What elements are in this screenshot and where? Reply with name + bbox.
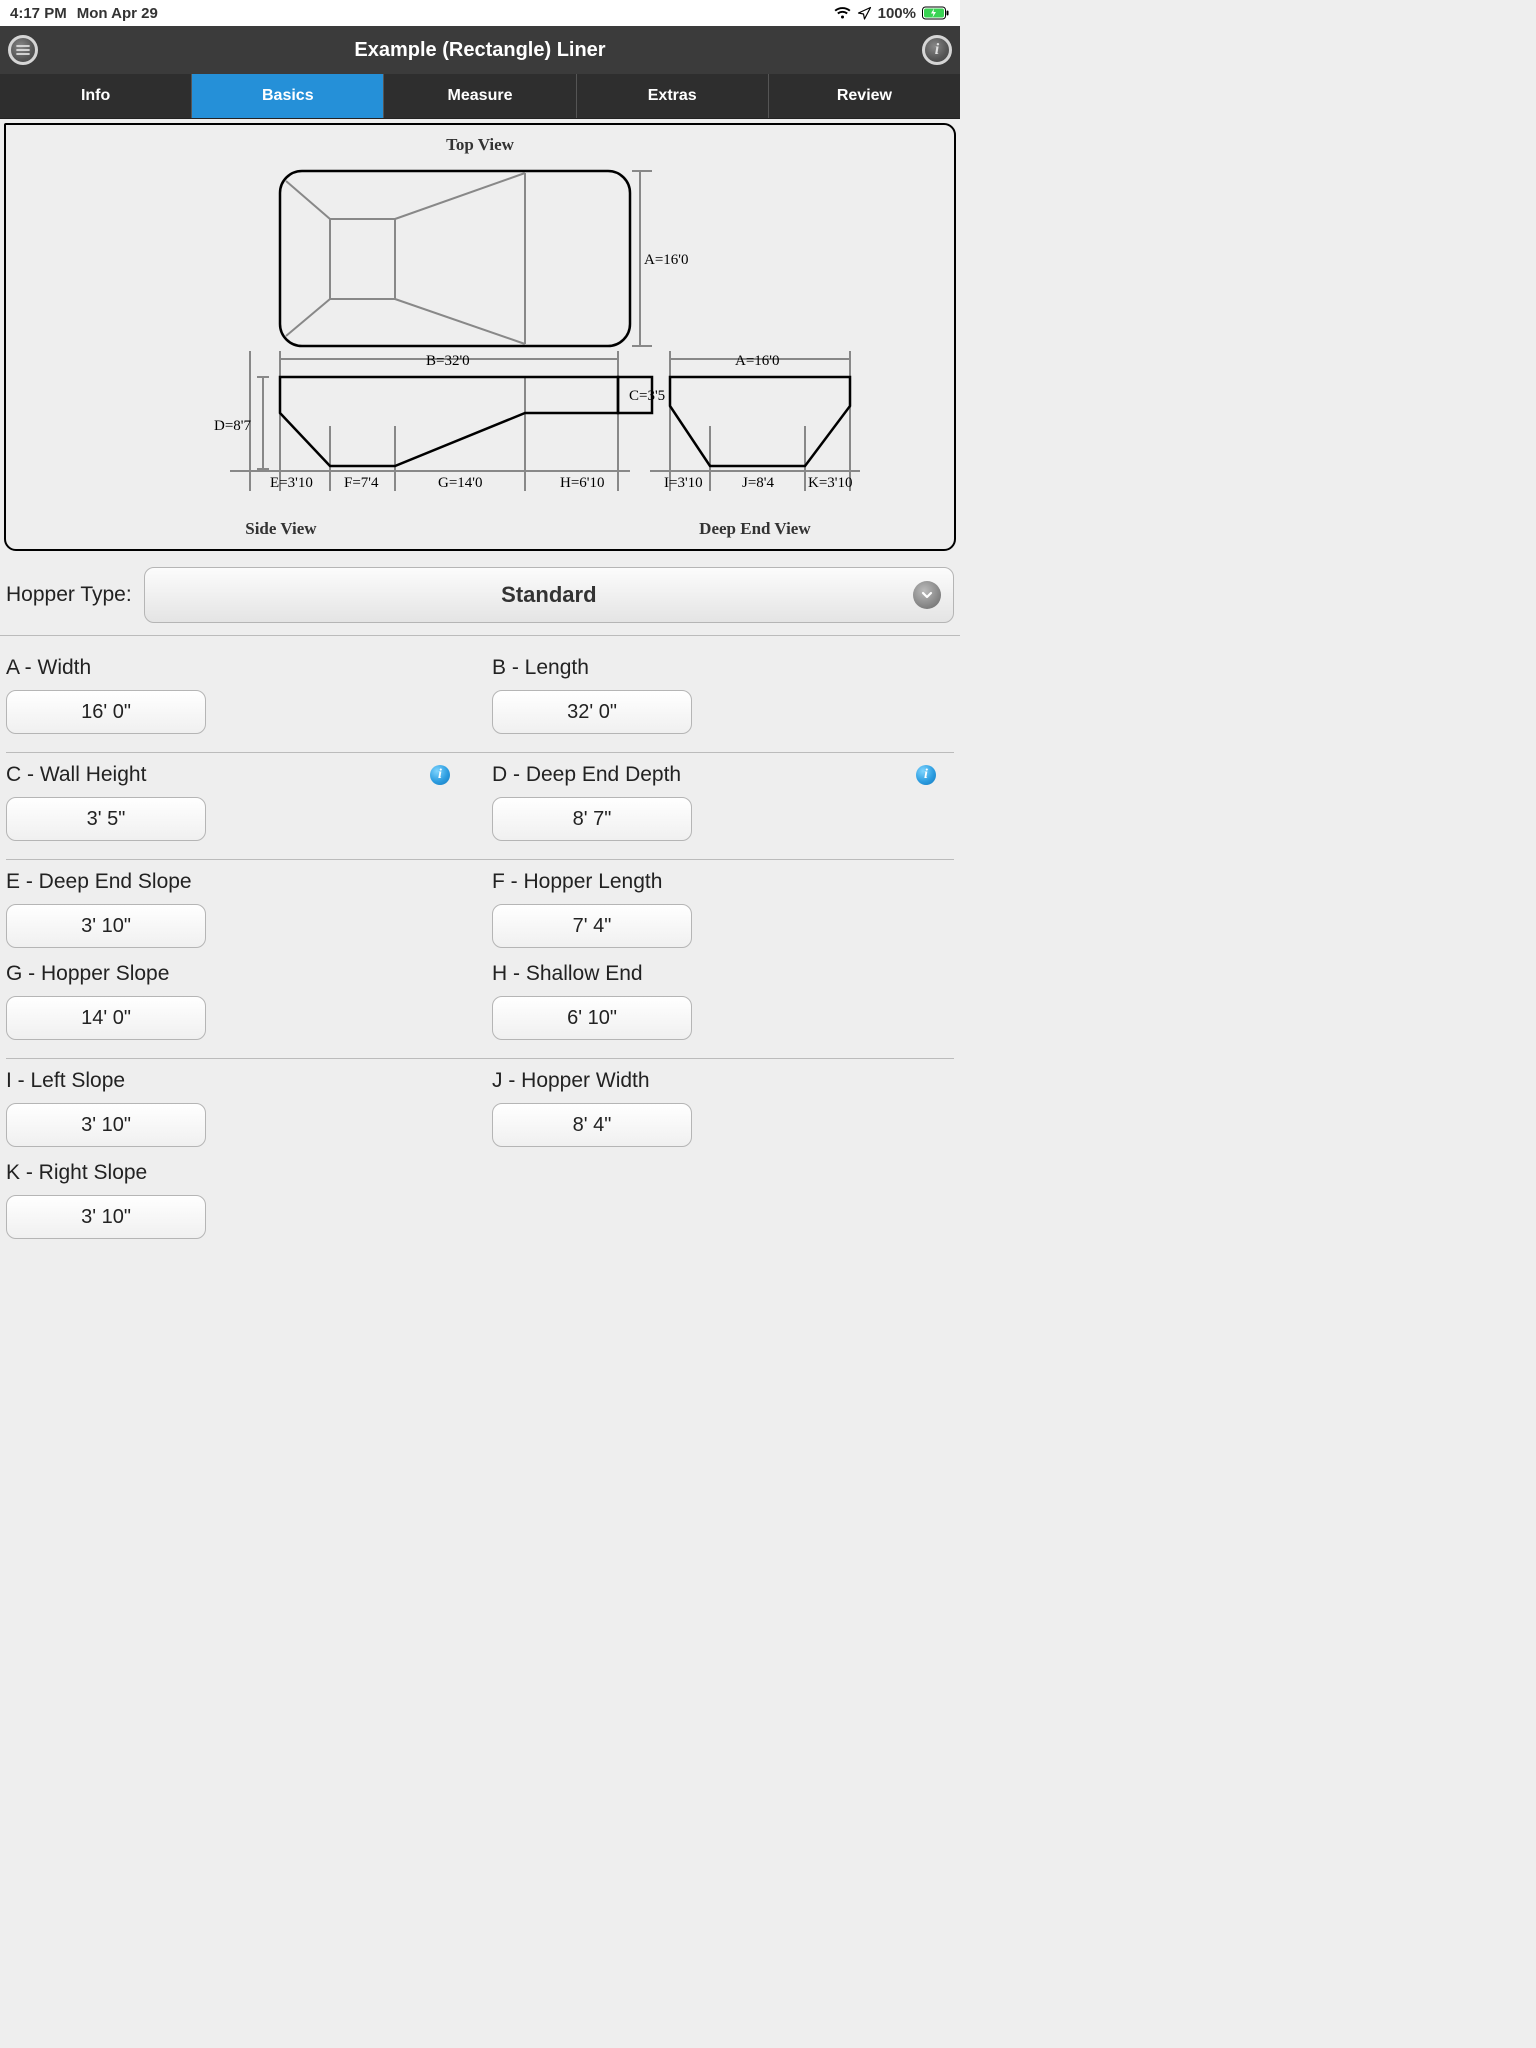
hopper-type-value: Standard [501,582,596,608]
pool-diagram: A=16'0 [70,161,890,521]
location-icon [857,6,872,21]
svg-text:H=6'10: H=6'10 [560,475,605,491]
field-j-input[interactable] [492,1103,692,1147]
svg-text:K=3'10: K=3'10 [808,475,853,491]
tab-info[interactable]: Info [0,74,192,118]
field-e-label: E - Deep End Slope [6,870,192,894]
field-a-input[interactable] [6,690,206,734]
field-i-label: I - Left Slope [6,1069,125,1093]
status-bar: 4:17 PM Mon Apr 29 100% [0,0,960,26]
field-j-label: J - Hopper Width [492,1069,650,1093]
svg-text:A=16'0: A=16'0 [644,252,689,268]
hopper-type-label: Hopper Type: [6,583,132,607]
menu-button[interactable] [8,35,38,65]
page-title: Example (Rectangle) Liner [38,39,922,62]
field-g-input[interactable] [6,996,206,1040]
battery-icon [922,6,950,20]
svg-text:G=14'0: G=14'0 [438,475,483,491]
field-e-input[interactable] [6,904,206,948]
field-b-label: B - Length [492,656,589,680]
field-f-input[interactable] [492,904,692,948]
field-h-label: H - Shallow End [492,962,643,986]
header-bar: Example (Rectangle) Liner i [0,26,960,74]
tab-measure[interactable]: Measure [384,74,576,118]
dimension-fields: A - Width B - Length C - Wall Height i D… [0,636,960,1239]
svg-text:D=8'7: D=8'7 [214,418,251,434]
field-i-input[interactable] [6,1103,206,1147]
top-view-title: Top View [6,135,954,155]
svg-text:E=3'10: E=3'10 [270,475,313,491]
field-c-info-icon[interactable]: i [430,765,450,785]
status-date: Mon Apr 29 [77,5,158,22]
field-g-label: G - Hopper Slope [6,962,169,986]
svg-text:C=3'5: C=3'5 [629,388,665,404]
svg-text:A=16'0: A=16'0 [735,353,780,369]
svg-text:B=32'0: B=32'0 [426,353,470,369]
tab-bar: Info Basics Measure Extras Review [0,74,960,119]
side-view-title: Side View [6,519,556,539]
hopper-type-select[interactable]: Standard [144,567,954,623]
field-b-input[interactable] [492,690,692,734]
wifi-icon [834,7,851,20]
svg-text:I=3'10: I=3'10 [664,475,703,491]
field-row-ab: A - Width B - Length [6,646,954,753]
field-c-input[interactable] [6,797,206,841]
chevron-down-icon [913,581,941,609]
field-a-label: A - Width [6,656,91,680]
field-c-label: C - Wall Height [6,763,146,787]
field-row-cd: C - Wall Height i D - Deep End Depth i [6,753,954,860]
status-time: 4:17 PM [10,5,67,22]
field-d-label: D - Deep End Depth [492,763,681,787]
hopper-type-row: Hopper Type: Standard [0,555,960,636]
field-h-input[interactable] [492,996,692,1040]
deep-end-view-title: Deep End View [556,519,954,539]
tab-extras[interactable]: Extras [577,74,769,118]
info-button[interactable]: i [922,35,952,65]
svg-text:F=7'4: F=7'4 [344,475,379,491]
diagram-panel: Top View [4,123,956,551]
field-d-info-icon[interactable]: i [916,765,936,785]
tab-review[interactable]: Review [769,74,960,118]
field-row-ef: E - Deep End Slope F - Hopper Length G -… [6,860,954,1059]
field-k-input[interactable] [6,1195,206,1239]
tab-basics[interactable]: Basics [192,74,384,118]
field-row-ij: I - Left Slope J - Hopper Width K - Righ… [6,1059,954,1239]
field-k-label: K - Right Slope [6,1161,147,1185]
field-d-input[interactable] [492,797,692,841]
status-battery-pct: 100% [878,5,916,22]
field-f-label: F - Hopper Length [492,870,662,894]
svg-text:J=8'4: J=8'4 [742,475,774,491]
